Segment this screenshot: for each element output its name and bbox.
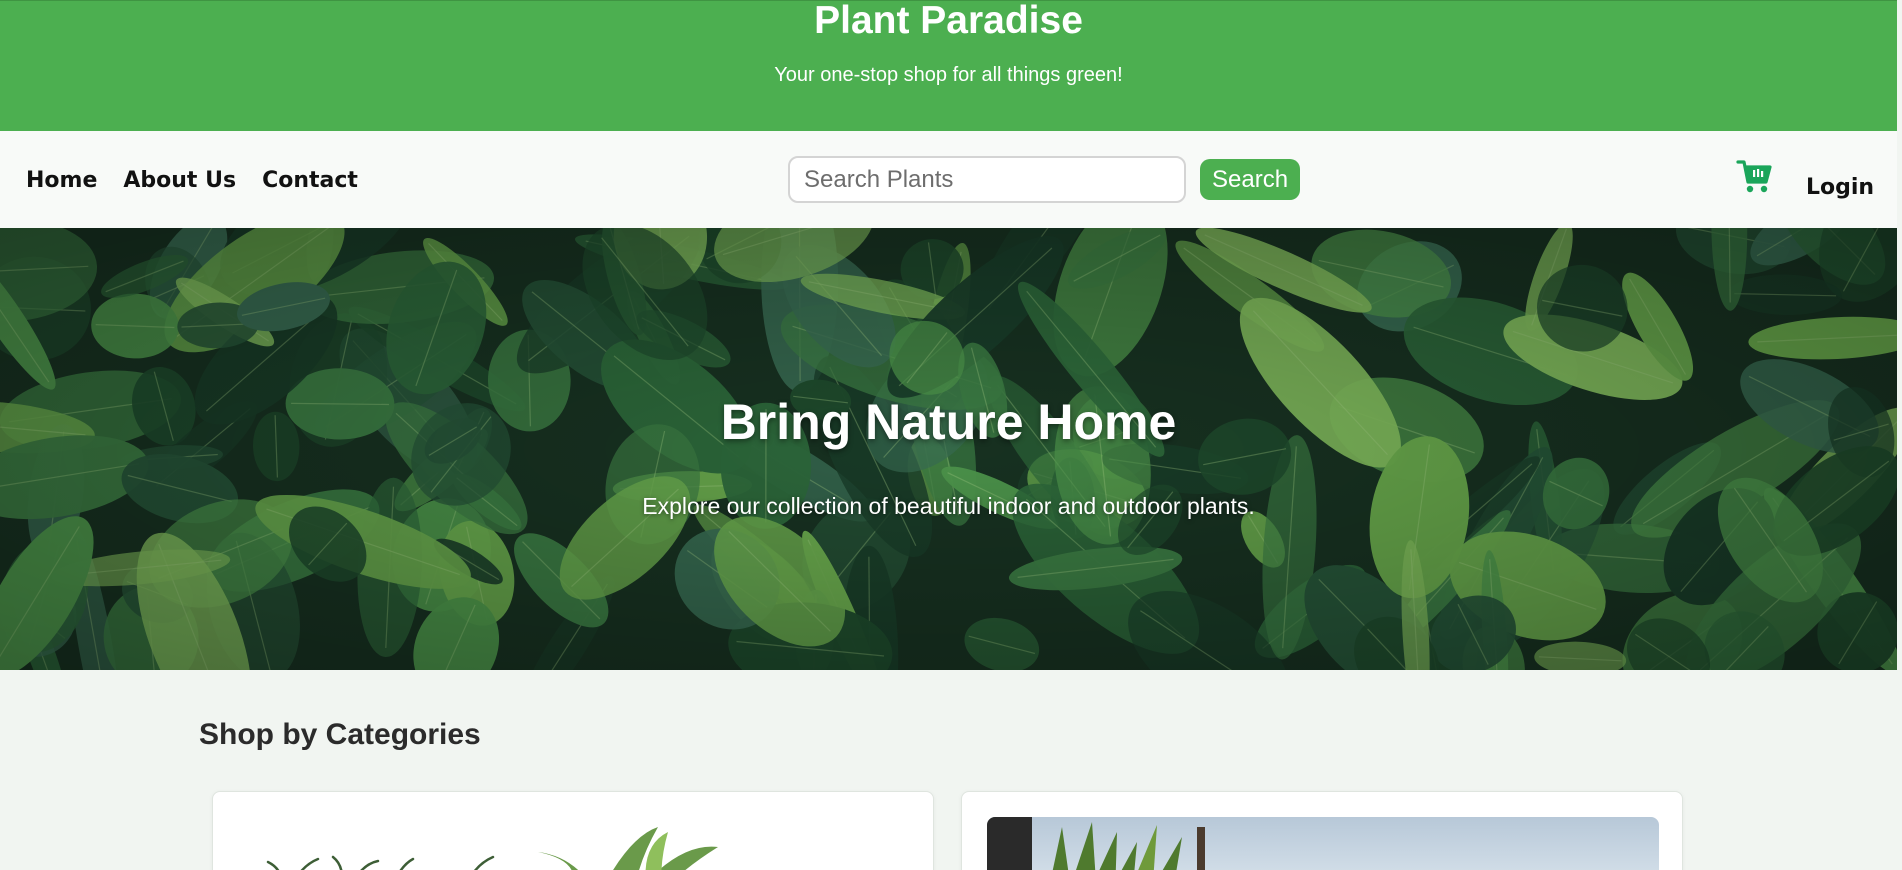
site-tagline: Your one-stop shop for all things green!: [774, 64, 1123, 86]
navbar: Home About Us Contact Search Login: [0, 131, 1897, 228]
category-card-image: [238, 817, 910, 870]
nav-link-contact[interactable]: Contact: [262, 167, 358, 195]
hero-subtitle: Explore our collection of beautiful indo…: [642, 493, 1255, 519]
nav-link-home[interactable]: Home: [26, 167, 97, 195]
site-title: Plant Paradise: [814, 0, 1083, 42]
hero-title: Bring Nature Home: [720, 394, 1177, 450]
categories-title: Shop by Categories: [199, 718, 481, 751]
search-button[interactable]: Search: [1200, 159, 1301, 200]
category-card-image: [987, 817, 1659, 870]
hero-banner: Bring Nature Home Explore our collection…: [0, 228, 1897, 670]
category-card-indoor[interactable]: [212, 791, 934, 870]
page: Plant Paradise Your one-stop shop for al…: [0, 0, 1897, 870]
nav-links: Home About Us Contact: [26, 167, 358, 195]
shopping-cart-icon[interactable]: [1736, 158, 1772, 196]
site-header: Plant Paradise Your one-stop shop for al…: [0, 0, 1897, 131]
search-bar: Search: [788, 156, 1301, 203]
category-card-outdoor[interactable]: [961, 791, 1683, 870]
nav-link-about-us[interactable]: About Us: [123, 167, 236, 195]
search-input[interactable]: [788, 156, 1186, 203]
login-link[interactable]: Login: [1806, 174, 1874, 202]
